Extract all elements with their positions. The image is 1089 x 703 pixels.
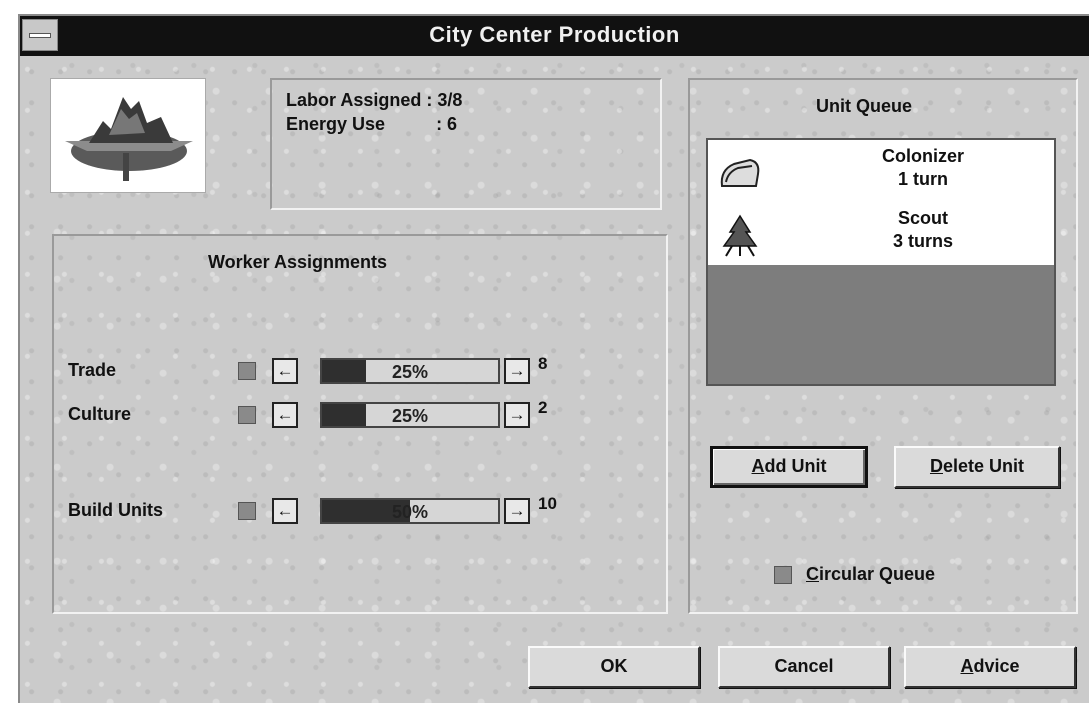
circular-queue-checkbox[interactable] xyxy=(774,566,792,584)
list-item[interactable]: Scout 3 turns xyxy=(708,204,1054,264)
city-center-icon xyxy=(50,78,206,193)
build-units-value: 10 xyxy=(538,494,557,513)
build-units-lock-checkbox[interactable] xyxy=(238,502,256,520)
trade-slider[interactable]: 25% xyxy=(320,358,500,384)
delete-unit-button[interactable]: Delete Unit xyxy=(894,446,1060,488)
culture-increase-button[interactable]: → xyxy=(504,402,530,428)
list-item[interactable]: Colonizer 1 turn xyxy=(708,142,1054,202)
culture-slider[interactable]: 25% xyxy=(320,402,500,428)
culture-lock-checkbox[interactable] xyxy=(238,406,256,424)
unit-queue-panel: Unit Queue Colonizer 1 turn Scout 3 turn… xyxy=(688,78,1078,614)
trade-increase-button[interactable]: → xyxy=(504,358,530,384)
build-units-label: Build Units xyxy=(68,500,163,520)
title-bar: City Center Production xyxy=(20,16,1089,56)
advice-button[interactable]: Advice xyxy=(904,646,1076,688)
worker-assignments-panel: Worker Assignments Trade ← 25% → 8 Cultu… xyxy=(52,234,668,614)
queue-unit-turns: 1 turn xyxy=(897,169,948,189)
build-units-increase-button[interactable]: → xyxy=(504,498,530,524)
unit-queue-list[interactable]: Colonizer 1 turn Scout 3 turns xyxy=(706,138,1056,386)
window-title: City Center Production xyxy=(429,22,680,47)
culture-decrease-button[interactable]: ← xyxy=(272,402,298,428)
trade-percent: 25% xyxy=(391,362,429,382)
labor-assigned: Labor Assigned : 3/8 xyxy=(286,90,463,110)
trade-label: Trade xyxy=(68,360,117,380)
unit-queue-title: Unit Queue xyxy=(816,96,913,116)
queue-unit-turns: 3 turns xyxy=(892,231,953,251)
colonizer-icon xyxy=(716,152,764,196)
trade-lock-checkbox[interactable] xyxy=(238,362,256,380)
energy-use: Energy Use : 6 xyxy=(286,114,458,134)
culture-value: 2 xyxy=(538,398,548,417)
queue-unit-name: Scout xyxy=(897,208,948,228)
ok-button[interactable]: OK xyxy=(528,646,700,688)
cancel-button[interactable]: Cancel xyxy=(718,646,890,688)
info-panel: Labor Assigned : 3/8 Energy Use : 6 xyxy=(270,78,662,210)
production-dialog: City Center Production Labor Assigned : … xyxy=(18,14,1089,703)
queue-unit-name: Colonizer xyxy=(881,146,964,166)
build-units-decrease-button[interactable]: ← xyxy=(272,498,298,524)
build-units-percent: 50% xyxy=(391,502,429,522)
worker-assignments-title: Worker Assignments xyxy=(208,252,388,272)
add-unit-button[interactable]: Add Unit xyxy=(710,446,868,488)
scout-icon xyxy=(716,214,764,258)
culture-percent: 25% xyxy=(391,406,429,426)
trade-decrease-button[interactable]: ← xyxy=(272,358,298,384)
build-units-slider[interactable]: 50% xyxy=(320,498,500,524)
circular-queue-label[interactable]: Circular Queue xyxy=(806,564,935,585)
culture-label: Culture xyxy=(68,404,131,424)
trade-value: 8 xyxy=(538,354,548,373)
